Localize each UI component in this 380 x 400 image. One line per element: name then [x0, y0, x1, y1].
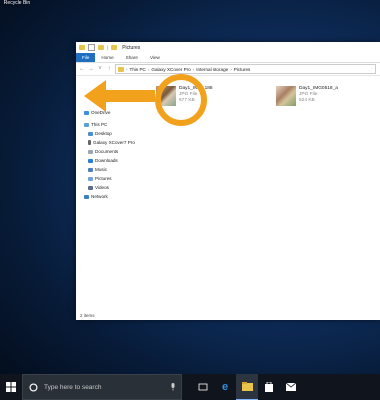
computer-icon [84, 122, 89, 127]
file-item-day1-img0518[interactable]: Day1_IMG0518_a JPG File 524 KB [276, 86, 338, 106]
file-explorer-icon[interactable] [236, 374, 258, 400]
nav-item-documents[interactable]: Documents [76, 147, 154, 156]
taskbar-search-box[interactable]: Type here to search [22, 374, 182, 400]
tab-file[interactable]: File [76, 53, 96, 62]
documents-icon [88, 149, 93, 154]
search-placeholder: Type here to search [44, 383, 102, 391]
nav-item-label: Music [95, 167, 107, 172]
downloads-icon [88, 158, 93, 163]
nav-item-galaxy[interactable]: Galaxy XCover7 Pro [76, 138, 154, 147]
tab-home[interactable]: Home [95, 53, 119, 62]
file-size: 524 KB [299, 98, 315, 103]
title-bar: | Pictures [76, 42, 380, 53]
nav-item-label: Videos [95, 185, 109, 190]
file-item-day1-img-188[interactable]: Day1_IMG_188 JPG File 677 KB [156, 86, 213, 106]
nav-item-network[interactable]: Network [76, 192, 154, 201]
nav-item-label: Pictures [95, 176, 112, 181]
pictures-icon [88, 176, 93, 181]
edge-icon[interactable]: e [214, 374, 236, 400]
ribbon-tabs: File Home Share View [76, 53, 380, 63]
nav-item-music[interactable]: Music [76, 165, 154, 174]
breadcrumb-separator: › [230, 66, 232, 72]
mail-icon[interactable] [280, 374, 302, 400]
properties-icon[interactable] [88, 44, 95, 51]
quick-access-separator: | [107, 45, 109, 50]
phone-icon [88, 140, 91, 145]
nav-item-this-pc[interactable]: This PC [76, 120, 154, 129]
breadcrumb-internal-storage[interactable]: Internal storage [196, 67, 228, 72]
tab-view[interactable]: View [144, 53, 166, 62]
up-arrow-icon[interactable]: ↑ [106, 66, 112, 72]
nav-item-label: Network [91, 194, 108, 199]
navigation-pane: OneDrive This PC Desktop Galaxy XCover7 … [76, 76, 154, 312]
nav-item-pictures[interactable]: Pictures [76, 174, 154, 183]
nav-item-label: OneDrive [91, 110, 111, 115]
status-bar: 2 items [80, 313, 95, 318]
forward-arrow-icon[interactable]: → [88, 66, 94, 72]
new-folder-icon[interactable] [98, 45, 104, 50]
address-bar[interactable]: › This PC › Galaxy XCover Pro › Internal… [115, 64, 376, 74]
windows-logo-icon [6, 382, 16, 392]
videos-icon [88, 185, 93, 190]
tab-share[interactable]: Share [120, 53, 144, 62]
breadcrumb-separator: › [147, 66, 150, 72]
nav-item-label: Documents [95, 149, 119, 154]
breadcrumb-this-pc[interactable]: This PC [130, 67, 146, 72]
recycle-bin-label: Recycle Bin [3, 0, 31, 6]
cloud-icon [84, 110, 89, 115]
image-thumbnail [276, 86, 296, 106]
chevron-down-icon[interactable]: ˅ [97, 66, 103, 72]
address-row: ← → ˅ ↑ › This PC › Galaxy XCover Pro › … [76, 63, 380, 76]
taskbar: Type here to search e [0, 374, 380, 400]
nav-item-onedrive[interactable]: OneDrive [76, 108, 154, 117]
nav-item-videos[interactable]: Videos [76, 183, 154, 192]
network-icon [84, 194, 89, 199]
breadcrumb-separator: › [126, 66, 128, 72]
breadcrumb-separator: › [192, 66, 195, 72]
store-icon[interactable] [258, 374, 280, 400]
recycle-bin-icon[interactable]: Recycle Bin [0, 0, 34, 6]
nav-item-label: Downloads [95, 158, 118, 163]
file-explorer-window: | Pictures File Home Share View ← → ˅ ↑ … [76, 42, 380, 320]
file-size: 677 KB [179, 98, 195, 103]
cortana-icon [29, 382, 38, 392]
address-folder-icon [118, 66, 124, 72]
music-icon [88, 167, 93, 172]
image-thumbnail [156, 86, 176, 106]
nav-item-downloads[interactable]: Downloads [76, 156, 154, 165]
folder-icon [79, 45, 85, 50]
window-title: Pictures [122, 44, 141, 51]
nav-item-desktop[interactable]: Desktop [76, 129, 154, 138]
breadcrumb-pictures[interactable]: Pictures [234, 67, 251, 72]
microphone-icon[interactable] [170, 383, 176, 391]
nav-item-label: This PC [91, 122, 108, 127]
nav-item-label: Galaxy XCover7 Pro [93, 140, 135, 145]
back-arrow-icon[interactable]: ← [79, 66, 85, 72]
nav-item-label: Desktop [95, 131, 112, 136]
window-folder-icon [111, 45, 118, 50]
breadcrumb-device[interactable]: Galaxy XCover Pro [151, 67, 190, 72]
desktop-folder-icon [88, 131, 93, 136]
start-button[interactable] [0, 374, 22, 400]
task-view-icon[interactable] [192, 374, 214, 400]
